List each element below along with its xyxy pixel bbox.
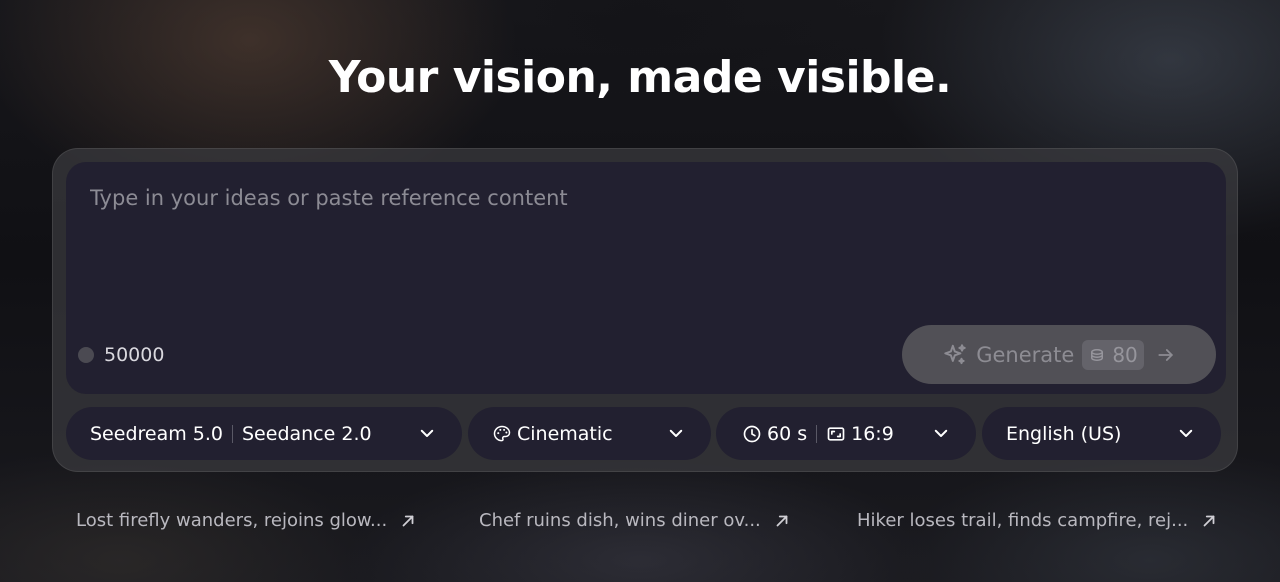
chevron-down-icon	[1179, 429, 1193, 437]
credit-balance-value: 50000	[104, 344, 165, 366]
language-selector[interactable]: English (US)	[982, 407, 1221, 460]
prompt-box: 50000 Generate 80	[66, 162, 1226, 394]
generate-cost-badge: 80	[1082, 339, 1144, 370]
suggestion-text: Hiker loses trail, finds campfire, rej..…	[857, 510, 1189, 531]
model-selector[interactable]: Seedream 5.0 Seedance 2.0	[66, 407, 462, 460]
arrow-up-right-icon	[1203, 515, 1215, 526]
palette-icon	[493, 425, 511, 441]
generate-label: Generate	[976, 342, 1075, 367]
divider	[816, 424, 818, 443]
duration-ratio-selector[interactable]: 60 s 16:9	[716, 407, 976, 460]
chevron-down-icon	[420, 429, 434, 437]
coin-stack-icon	[1091, 348, 1104, 361]
sparkle-icon	[944, 343, 966, 364]
generate-button[interactable]: Generate 80	[902, 325, 1216, 384]
suggestion-text: Chef ruins dish, wins diner ov...	[479, 510, 761, 531]
suggestion-link[interactable]: Lost firefly wanders, rejoins glow...	[76, 510, 417, 531]
style-label: Cinematic	[517, 422, 613, 445]
language-label: English (US)	[1006, 422, 1122, 445]
coin-dot-icon	[78, 347, 94, 363]
arrow-up-right-icon	[776, 515, 788, 526]
image-model-label: Seedream 5.0	[90, 422, 223, 445]
aspect-ratio-icon	[827, 426, 845, 441]
arrow-right-icon	[1158, 348, 1173, 361]
divider	[232, 424, 233, 443]
style-selector[interactable]: Cinematic	[468, 407, 711, 460]
chevron-down-icon	[934, 429, 948, 437]
duration-label: 60 s	[767, 422, 808, 445]
chevron-down-icon	[669, 429, 683, 437]
suggestion-text: Lost firefly wanders, rejoins glow...	[76, 510, 388, 531]
suggestion-link[interactable]: Chef ruins dish, wins diner ov...	[479, 510, 791, 531]
prompt-suggestions: Lost firefly wanders, rejoins glow... Ch…	[0, 510, 1280, 540]
prompt-input[interactable]	[90, 186, 1190, 306]
video-model-label: Seedance 2.0	[242, 422, 372, 445]
arrow-up-right-icon	[402, 515, 414, 526]
prompt-panel: 50000 Generate 80 Seedream 5.0	[52, 148, 1238, 472]
credit-balance: 50000	[78, 343, 164, 367]
suggestion-link[interactable]: Hiker loses trail, finds campfire, rej..…	[857, 510, 1218, 531]
generate-cost-value: 80	[1112, 342, 1138, 367]
clock-icon	[743, 425, 761, 442]
aspect-ratio-label: 16:9	[851, 422, 894, 445]
page-headline: Your vision, made visible.	[328, 52, 952, 103]
